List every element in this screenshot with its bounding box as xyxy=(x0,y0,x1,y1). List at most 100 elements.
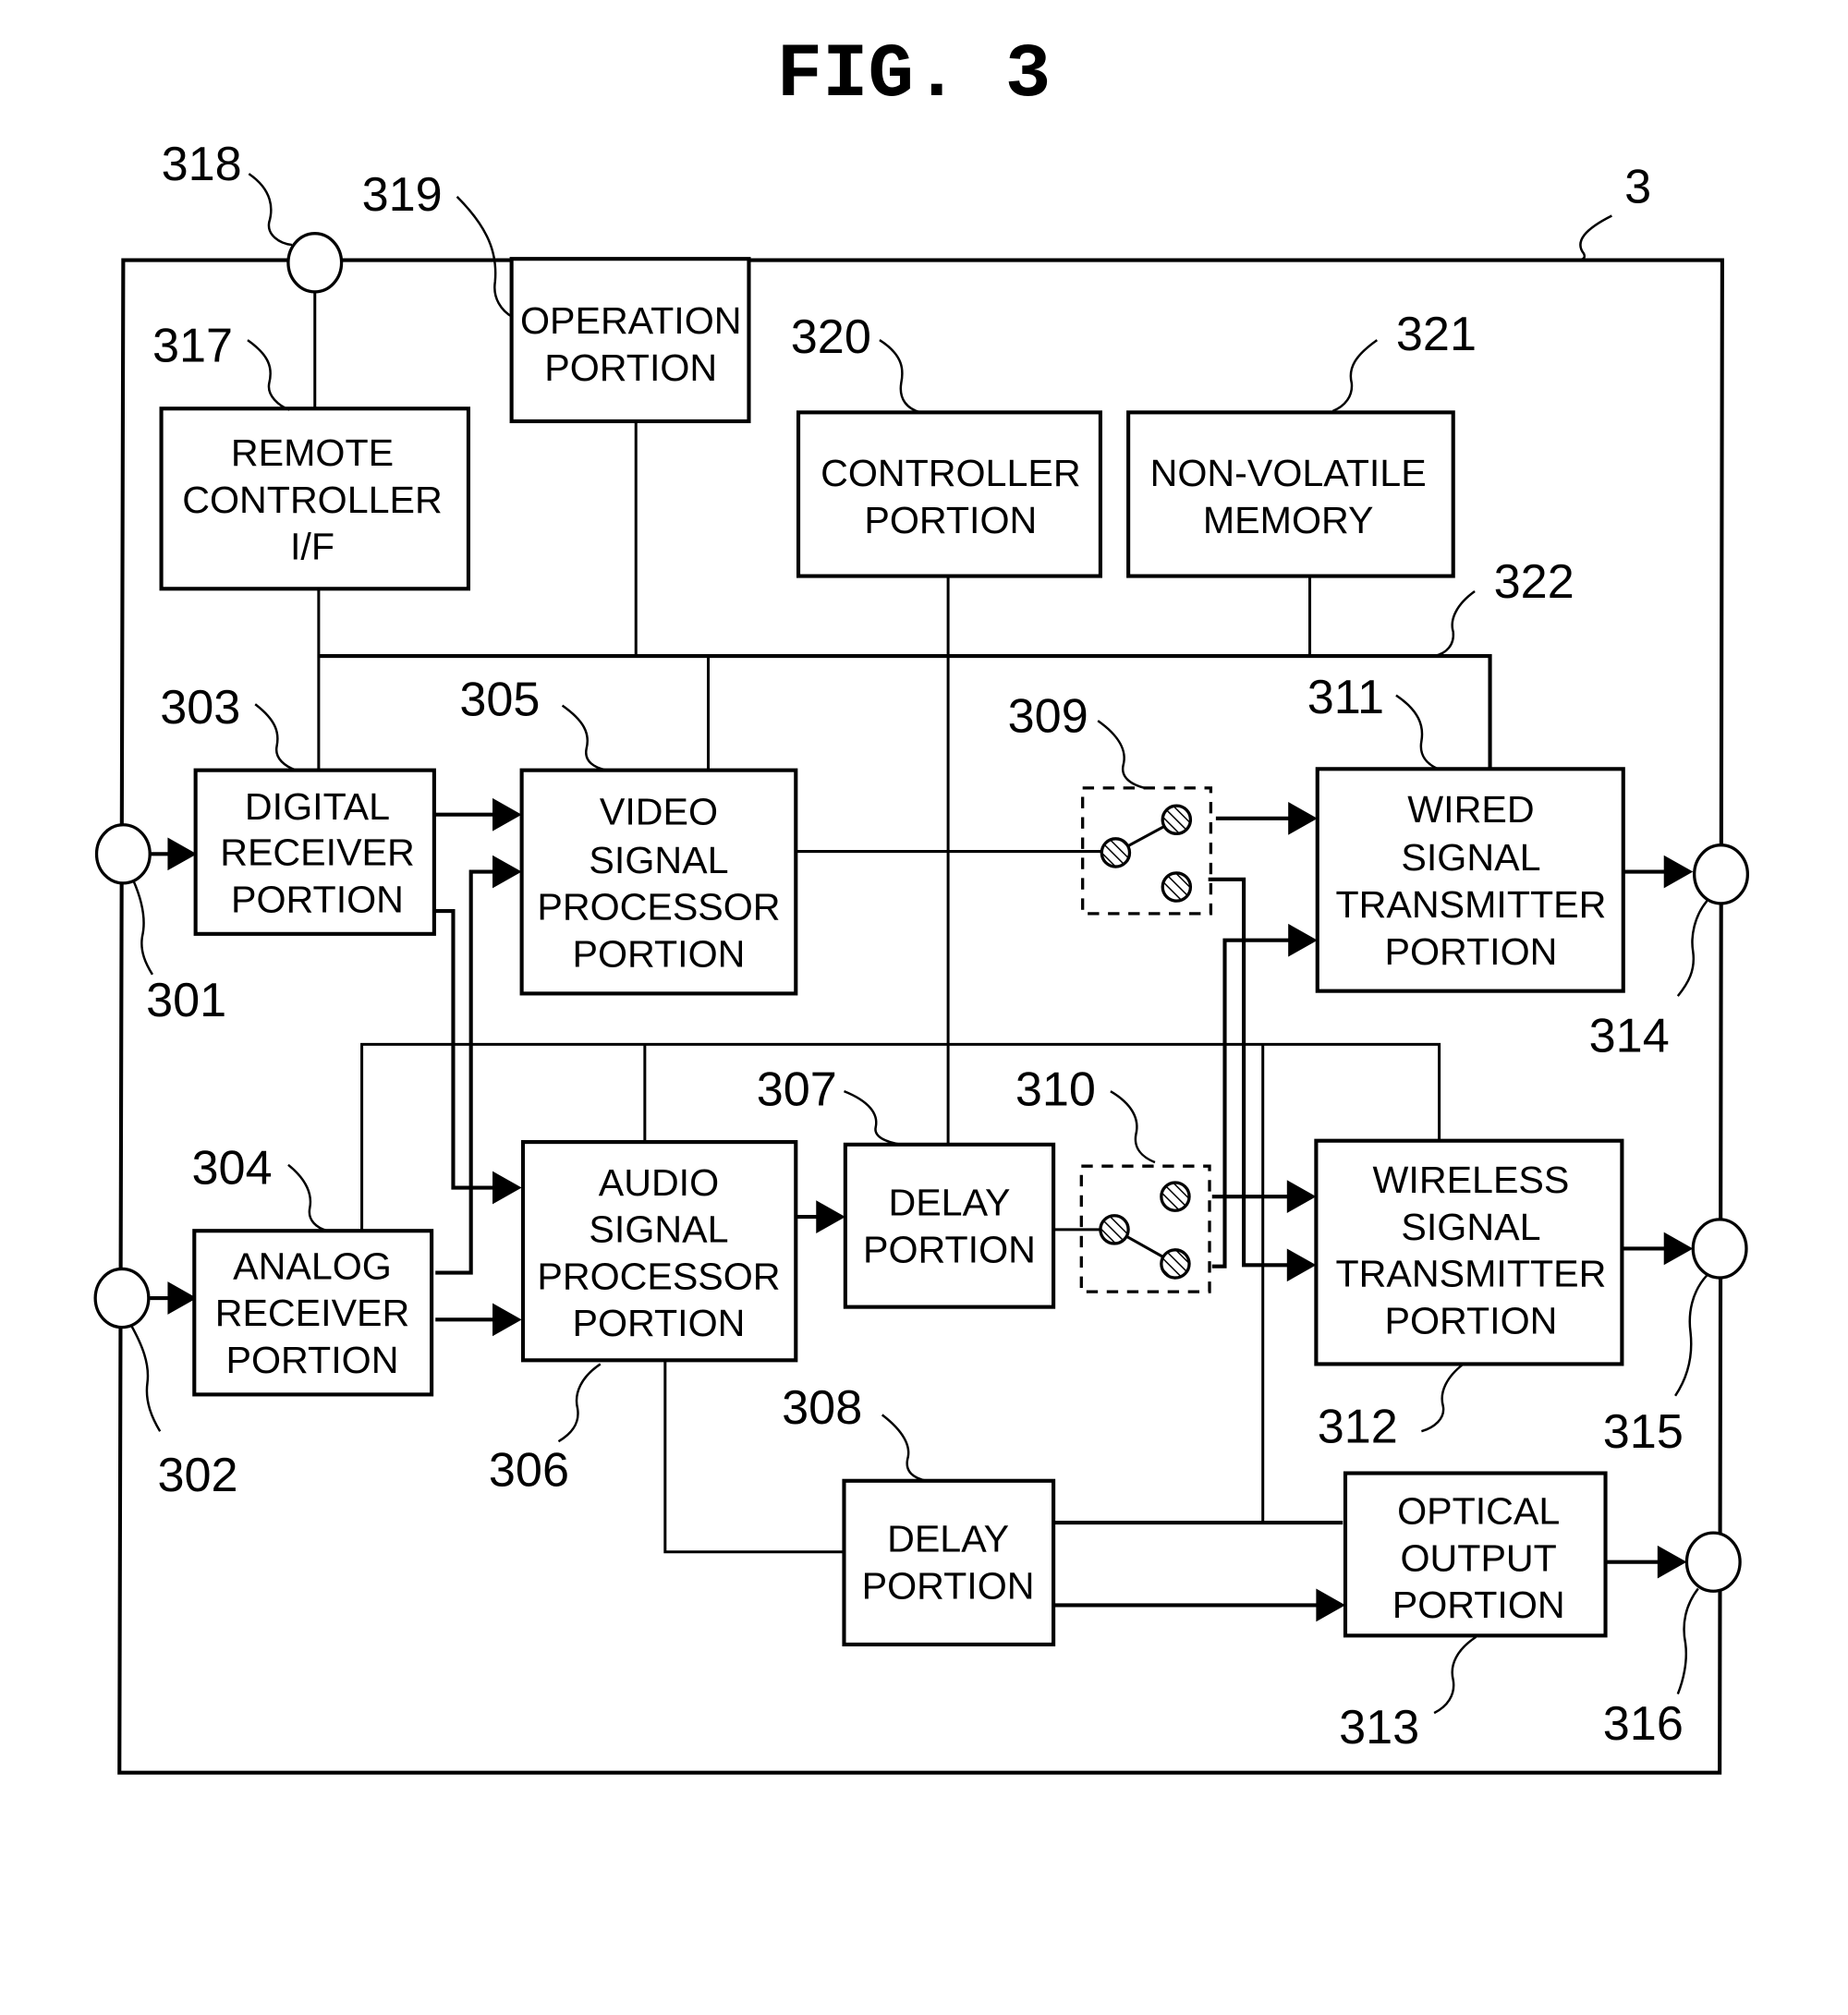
ref-device: 3 xyxy=(1624,161,1651,214)
arrow-304-306 xyxy=(492,1303,522,1337)
ref-319: 319 xyxy=(362,168,443,222)
arrow-303-306 xyxy=(492,1171,522,1205)
ref-317: 317 xyxy=(152,319,233,372)
switch-309[interactable] xyxy=(1081,786,1213,916)
operation-label-line2: PORTION xyxy=(544,346,717,389)
video-proc-label-line3: PROCESSOR xyxy=(537,886,780,929)
ref-315: 315 xyxy=(1603,1405,1684,1459)
arrow-306-307 xyxy=(816,1200,845,1233)
figure-title: FIG. 3 xyxy=(777,31,1052,118)
leader-312 xyxy=(1421,1363,1465,1433)
analog-input-jack-302[interactable] xyxy=(93,1267,151,1329)
arrow-311-314 xyxy=(1663,855,1694,889)
arrow-into-303 xyxy=(167,837,198,871)
switch-310-common-terminal xyxy=(1099,1214,1130,1245)
analog-rx-label-line1: ANALOG xyxy=(233,1244,392,1287)
ref-322: 322 xyxy=(1494,555,1574,609)
ref-310: 310 xyxy=(1015,1062,1096,1116)
operation-label-line1: OPERATION xyxy=(520,299,742,342)
video-proc-label-line2: SIGNAL xyxy=(589,839,728,881)
arrow-313-316 xyxy=(1657,1545,1687,1579)
arrow-310-311 xyxy=(1288,923,1318,957)
ref-320: 320 xyxy=(791,310,871,364)
ref-313: 313 xyxy=(1339,1701,1419,1754)
wired-tx-label-line2: SIGNAL xyxy=(1401,836,1540,879)
digital-rx-label-line3: PORTION xyxy=(231,878,404,920)
leader-301 xyxy=(132,880,154,976)
arrow-303-305 xyxy=(492,797,522,831)
controller-label-line2: PORTION xyxy=(864,499,1037,541)
switch-309-upper-terminal xyxy=(1161,804,1193,835)
ref-301: 301 xyxy=(146,974,226,1027)
analog-rx-label-line2: RECEIVER xyxy=(215,1292,410,1334)
wire-309-312 xyxy=(1208,877,1300,1268)
wire-304-305 xyxy=(435,869,505,1275)
digital-input-jack-301[interactable] xyxy=(94,823,152,885)
leader-302 xyxy=(129,1324,162,1432)
video-proc-label-line1: VIDEO xyxy=(600,791,718,833)
wireless-output-jack-315[interactable] xyxy=(1691,1218,1748,1280)
leader-308 xyxy=(881,1414,928,1482)
ref-302: 302 xyxy=(157,1449,237,1502)
switch-310-upper-terminal xyxy=(1160,1181,1191,1212)
wired-tx-label-line3: TRANSMITTER xyxy=(1336,883,1607,926)
leader-303 xyxy=(254,703,297,771)
leader-316 xyxy=(1676,1587,1699,1694)
arrow-308-313 xyxy=(1316,1588,1345,1622)
ref-304: 304 xyxy=(192,1141,273,1195)
nvmem-label-line2: MEMORY xyxy=(1203,499,1374,541)
optical-output-jack-316[interactable] xyxy=(1684,1531,1742,1593)
wired-tx-label-line1: WIRED xyxy=(1407,788,1534,831)
audio-proc-label-line4: PORTION xyxy=(573,1302,746,1344)
block-operation-portion: OPERATION PORTION xyxy=(509,257,751,424)
ref-309: 309 xyxy=(1008,689,1088,743)
digital-rx-label-line2: RECEIVER xyxy=(220,831,415,874)
remote-if-label-line3: I/F xyxy=(290,526,334,568)
remote-jack-318[interactable] xyxy=(286,232,344,294)
delay-308-box xyxy=(842,1478,1056,1647)
leader-322 xyxy=(1433,590,1476,658)
block-analog-receiver-portion: ANALOG RECEIVER PORTION xyxy=(192,1229,434,1397)
figure-canvas: FIG. 3 3 OPERATION PORTION REMOTE CONTRO… xyxy=(0,0,1848,2015)
wireless-tx-label-line2: SIGNAL xyxy=(1401,1206,1540,1248)
delay-307-box xyxy=(843,1142,1056,1309)
wireless-tx-label-line3: TRANSMITTER xyxy=(1336,1253,1607,1295)
audio-proc-label-line1: AUDIO xyxy=(599,1161,719,1204)
arrow-304-305 xyxy=(492,855,522,889)
switch-309-common-terminal xyxy=(1100,837,1132,868)
audio-proc-label-line3: PROCESSOR xyxy=(537,1255,780,1297)
analog-rx-label-line3: PORTION xyxy=(226,1339,399,1381)
wired-output-jack-314[interactable] xyxy=(1693,844,1750,905)
switch-310[interactable] xyxy=(1079,1164,1211,1293)
delay-307-label-line2: PORTION xyxy=(863,1229,1036,1271)
block-wireless-signal-transmitter: WIRELESS SIGNAL TRANSMITTER PORTION xyxy=(1314,1138,1624,1366)
block-delay-portion-308: DELAY PORTION xyxy=(842,1478,1056,1647)
switch-310-lower-terminal xyxy=(1160,1248,1191,1280)
ref-312: 312 xyxy=(1318,1401,1398,1454)
ref-307: 307 xyxy=(757,1062,837,1116)
optical-out-label-line2: OUTPUT xyxy=(1401,1536,1557,1579)
ref-306: 306 xyxy=(489,1443,569,1497)
optical-out-label-line1: OPTICAL xyxy=(1397,1489,1560,1532)
leader-310 xyxy=(1110,1090,1156,1164)
digital-rx-label-line1: DIGITAL xyxy=(245,785,390,828)
wire-310-311 xyxy=(1211,938,1300,1268)
leader-304 xyxy=(287,1163,328,1232)
arrow-309-312 xyxy=(1286,1248,1317,1282)
ref-316: 316 xyxy=(1603,1697,1684,1751)
ref-305: 305 xyxy=(459,674,540,727)
ref-321: 321 xyxy=(1396,308,1477,361)
ref-314: 314 xyxy=(1589,1010,1670,1063)
remote-if-label-line1: REMOTE xyxy=(231,431,394,474)
wireless-tx-label-line4: PORTION xyxy=(1384,1299,1557,1341)
video-proc-label-line4: PORTION xyxy=(573,933,746,976)
block-controller-portion: CONTROLLER PORTION xyxy=(796,410,1102,578)
nvmem-label-line1: NON-VOLATILE xyxy=(1150,452,1427,494)
block-video-signal-processor: VIDEO SIGNAL PROCESSOR PORTION xyxy=(519,768,798,996)
delay-307-label-line1: DELAY xyxy=(888,1182,1010,1224)
block-non-volatile-memory: NON-VOLATILE MEMORY xyxy=(1126,410,1455,578)
ref-308: 308 xyxy=(782,1381,862,1435)
leader-311 xyxy=(1395,694,1439,771)
arrow-310-312 xyxy=(1286,1180,1317,1213)
controller-label-line1: CONTROLLER xyxy=(821,452,1081,494)
